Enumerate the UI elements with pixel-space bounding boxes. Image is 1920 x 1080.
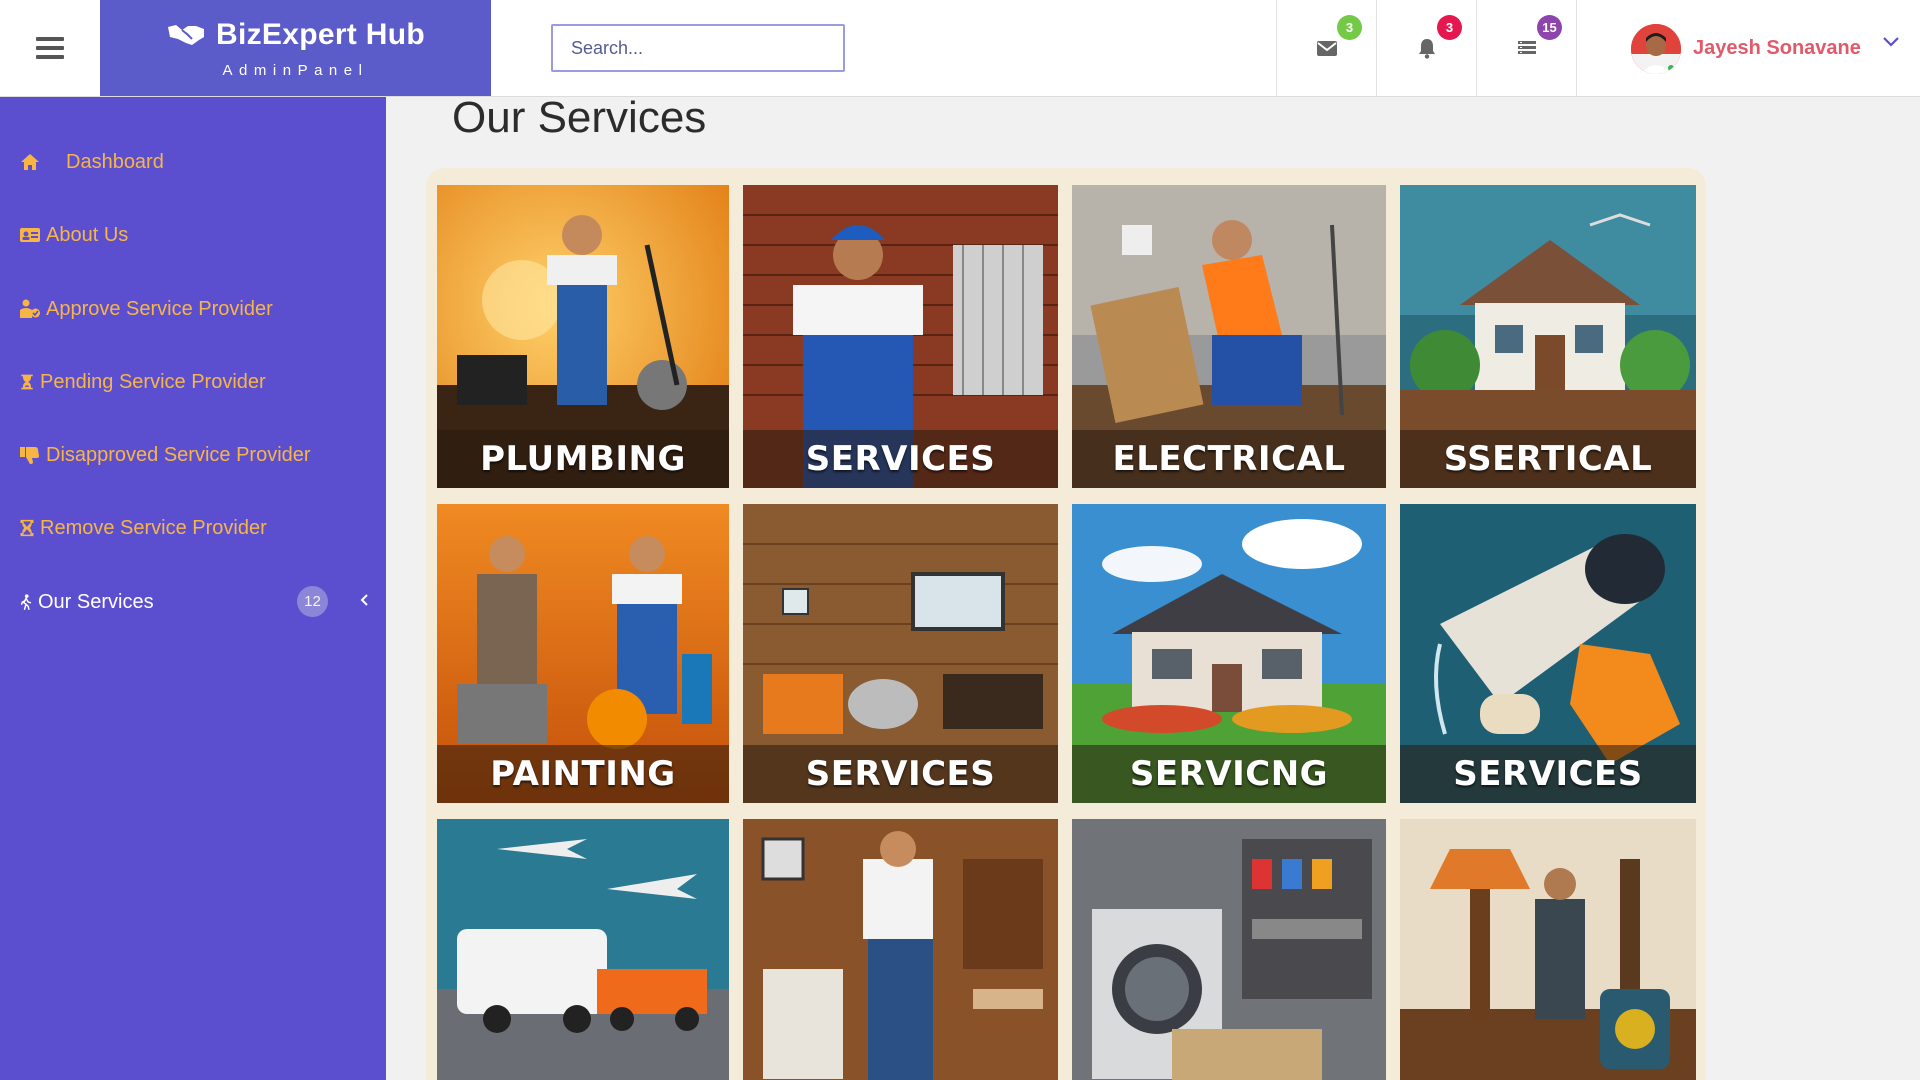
service-tile-label: SERVICES — [743, 745, 1058, 803]
service-tile-plumbing[interactable]: PLUMBING — [437, 185, 729, 488]
sidebar-item-pending-service-provider[interactable]: Pending Service Provider — [18, 362, 266, 402]
brand-title-row: BizExpert Hub — [100, 18, 491, 52]
tasks-button[interactable]: 15 — [1476, 0, 1576, 96]
id-card-icon — [18, 223, 42, 247]
sidebar-item-remove-service-provider[interactable]: Remove Service Provider — [18, 508, 267, 548]
bell-icon — [1418, 39, 1435, 59]
hourglass-remove-icon — [18, 516, 36, 540]
envelope-icon — [1316, 41, 1337, 56]
service-tile-painting[interactable]: PAINTING — [437, 504, 729, 803]
service-tile-services-1[interactable]: SERVICES — [743, 185, 1058, 488]
service-tile-label: PLUMBING — [437, 430, 729, 488]
chevron-down-icon[interactable] — [1881, 32, 1901, 52]
user-name: Jayesh Sonavane — [1693, 37, 1861, 59]
user-check-icon — [18, 297, 42, 321]
sidebar-item-about-us[interactable]: About Us — [18, 215, 128, 255]
user-menu[interactable]: Jayesh Sonavane — [1576, 0, 1920, 96]
home-icon — [18, 150, 42, 174]
brand-block[interactable]: BizExpert Hub AdminPanel — [100, 0, 491, 96]
vehicles-image — [437, 819, 729, 1080]
service-tile-services-4[interactable] — [743, 819, 1058, 1080]
service-tile-label: ELECTRICAL — [1072, 430, 1386, 488]
handshake-icon — [168, 25, 205, 45]
sidebar-item-label: Approve Service Provider — [46, 297, 273, 320]
service-tile-services-3[interactable]: SERVICES — [1400, 504, 1696, 803]
brand-title: BizExpert Hub — [216, 18, 425, 51]
service-tile-label: SERVICES — [743, 430, 1058, 488]
service-tile-roofing[interactable] — [437, 819, 729, 1080]
sidebar-item-label: About Us — [46, 223, 129, 246]
service-tile-label: SSERTICAL — [1400, 430, 1696, 488]
service-tile-services-5[interactable] — [1072, 819, 1386, 1080]
tasks-badge: 15 — [1537, 15, 1562, 40]
messages-badge: 3 — [1337, 15, 1362, 40]
top-header: BizExpert Hub AdminPanel 3 3 15 — [0, 0, 1920, 97]
chevron-left-icon[interactable] — [357, 590, 371, 610]
thumbs-down-icon — [18, 443, 42, 467]
messages-button[interactable]: 3 — [1276, 0, 1376, 96]
service-tile-label: SERVICNG — [1072, 745, 1386, 803]
walking-person-icon — [18, 590, 34, 614]
brand-subtitle: AdminPanel — [222, 62, 369, 79]
notifications-button[interactable]: 3 — [1376, 0, 1476, 96]
list-icon — [1517, 41, 1536, 54]
sidebar-item-disapproved-service-provider[interactable]: Disapproved Service Provider — [18, 435, 311, 475]
hourglass-icon — [18, 370, 36, 394]
service-tile-electrical[interactable]: ELECTRICAL — [1072, 185, 1386, 488]
sidebar-item-dashboard[interactable]: Dashboard — [18, 142, 164, 182]
service-tile-services-2[interactable]: SERVICES — [743, 504, 1058, 803]
avatar — [1631, 24, 1681, 74]
sidebar-item-label: Our Services — [38, 590, 154, 613]
hamburger-icon — [36, 37, 64, 59]
service-tile-ssertical[interactable]: SSERTICAL — [1400, 185, 1696, 488]
service-tile-label: PAINTING — [437, 745, 729, 803]
menu-toggle-button[interactable] — [0, 0, 100, 96]
technician-workshop-image — [743, 819, 1058, 1080]
handyman-room-image — [1400, 819, 1696, 1080]
service-tile-label: SERVICES — [1400, 745, 1696, 803]
laundry-appliance-image — [1072, 819, 1386, 1080]
sidebar-item-label: Pending Service Provider — [40, 370, 266, 393]
sidebar-item-label: Dashboard — [66, 150, 164, 173]
services-image-grid: PLUMBING SERVICES ELECTRICAL SSERTICAL P… — [426, 168, 1706, 1080]
services-count-badge: 12 — [297, 586, 328, 617]
sidebar-item-label: Remove Service Provider — [40, 516, 267, 539]
notifications-badge: 3 — [1437, 15, 1462, 40]
sidebar: Dashboard About Us Approve Service Provi… — [0, 97, 386, 1080]
sidebar-item-label: Disapproved Service Provider — [46, 443, 311, 466]
service-tile-servicng[interactable]: SERVICNG — [1072, 504, 1386, 803]
service-tile-services-6[interactable] — [1400, 819, 1696, 1080]
sidebar-item-approve-service-provider[interactable]: Approve Service Provider — [18, 289, 273, 329]
search-input[interactable] — [551, 24, 845, 72]
sidebar-item-our-services[interactable]: Our Services — [18, 582, 154, 622]
page-title: Our Services — [452, 93, 707, 142]
